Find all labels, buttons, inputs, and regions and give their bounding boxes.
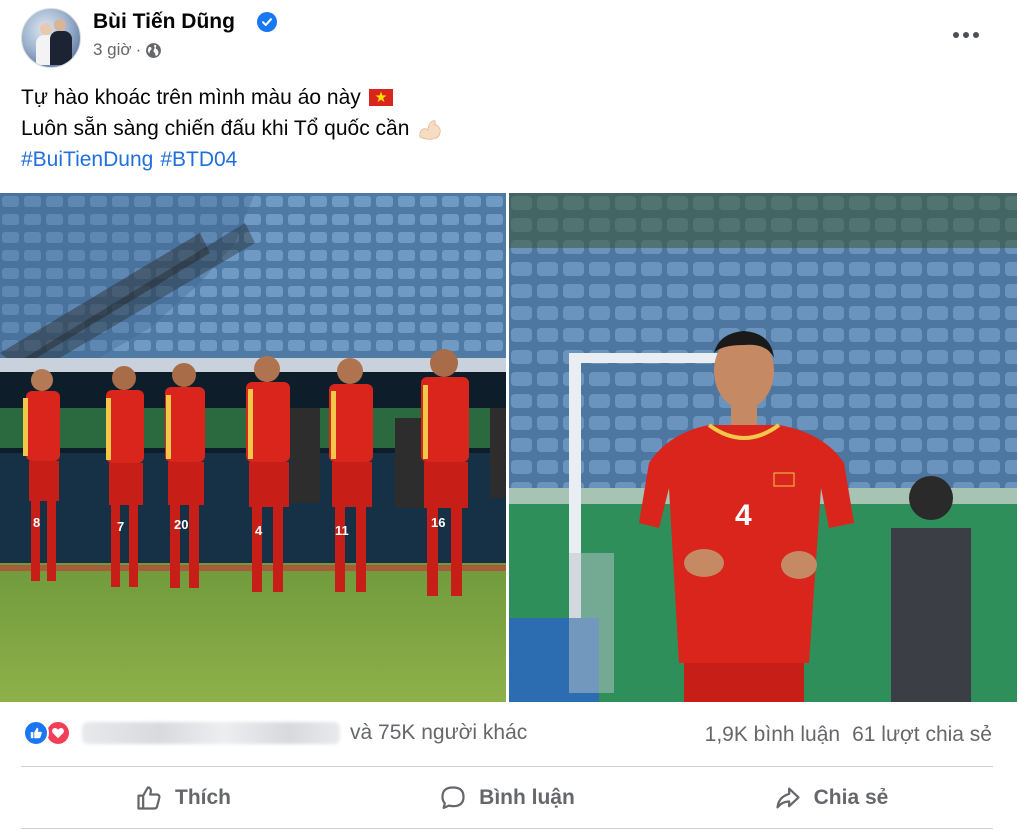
author-avatar[interactable] bbox=[21, 8, 81, 68]
jersey-number: 7 bbox=[117, 519, 125, 534]
comment-count[interactable]: 1,9K bình luận bbox=[705, 723, 840, 747]
reaction-others-count[interactable]: và 75K người khác bbox=[350, 721, 527, 745]
jersey-number: 11 bbox=[335, 523, 349, 538]
share-button[interactable]: Chia sẻ bbox=[669, 768, 993, 828]
jersey-number: 20 bbox=[174, 517, 189, 532]
comment-bubble-icon bbox=[441, 786, 465, 810]
facebook-post: Bùi Tiến Dũng 3 giờ · Tự hào khoác trên … bbox=[0, 0, 1019, 831]
team-lineup-photo[interactable]: 8 7 20 4 11 16 bbox=[0, 193, 506, 702]
vietnam-flag-emoji bbox=[368, 89, 393, 106]
author-name[interactable]: Bùi Tiến Dũng bbox=[93, 10, 235, 34]
reaction-summary[interactable]: và 75K người khác bbox=[23, 720, 527, 746]
hashtag-link[interactable]: #BuiTienDung bbox=[21, 148, 153, 172]
share-arrow-icon bbox=[776, 787, 800, 809]
hashtag-list: #BuiTienDung #BTD04 bbox=[21, 148, 237, 172]
comment-label: Bình luận bbox=[479, 786, 575, 809]
thumbs-up-icon bbox=[137, 786, 161, 810]
meta-separator: · bbox=[135, 40, 142, 59]
caption-line-2: Luôn sẵn sàng chiến đấu khi Tổ quốc cần bbox=[21, 117, 410, 140]
post-caption: Tự hào khoác trên mình màu áo này Luôn s… bbox=[21, 82, 443, 144]
divider bbox=[21, 766, 993, 767]
like-reaction-icon bbox=[23, 720, 49, 746]
comment-button[interactable]: Bình luận bbox=[345, 768, 669, 828]
verified-badge-icon bbox=[257, 12, 277, 32]
player-portrait-photo[interactable]: 4 bbox=[509, 193, 1017, 702]
post-actions: Thích Bình luận Chia sẻ bbox=[21, 768, 993, 828]
like-label: Thích bbox=[175, 786, 231, 809]
blurred-reactor-names bbox=[82, 722, 340, 744]
jersey-number: 4 bbox=[255, 523, 263, 538]
team-lineup-illustration bbox=[0, 193, 506, 702]
divider bbox=[21, 828, 993, 829]
player-portrait-illustration bbox=[509, 193, 1017, 702]
hashtag-link[interactable]: #BTD04 bbox=[160, 148, 237, 172]
more-options-icon[interactable] bbox=[947, 22, 985, 48]
jersey-number: 8 bbox=[33, 515, 41, 530]
flexed-biceps-emoji bbox=[419, 119, 442, 140]
post-timestamp[interactable]: 3 giờ bbox=[93, 40, 132, 60]
caption-line-1: Tự hào khoác trên mình màu áo này bbox=[21, 86, 361, 109]
globe-icon[interactable] bbox=[145, 42, 162, 59]
post-meta: 3 giờ · bbox=[93, 40, 162, 60]
like-button[interactable]: Thích bbox=[21, 768, 345, 828]
jersey-number: 4 bbox=[735, 499, 752, 532]
engagement-counts: 1,9K bình luận 61 lượt chia sẻ bbox=[705, 723, 992, 747]
share-count[interactable]: 61 lượt chia sẻ bbox=[852, 723, 992, 747]
share-label: Chia sẻ bbox=[813, 786, 889, 809]
jersey-number: 16 bbox=[431, 515, 446, 530]
